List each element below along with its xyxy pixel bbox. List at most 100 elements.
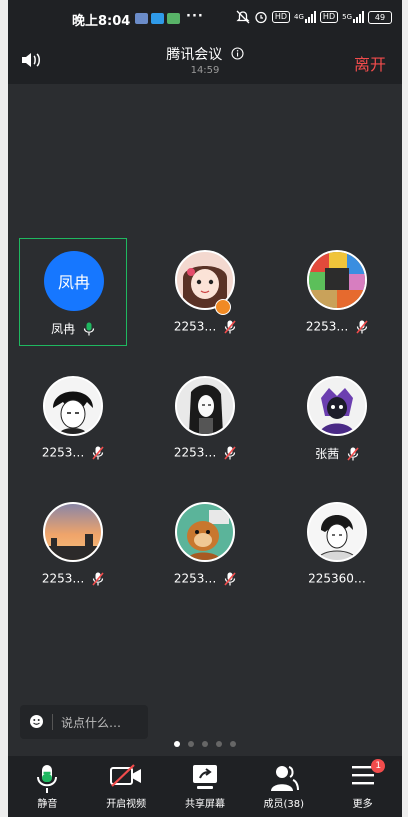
- video-off-icon: [110, 764, 142, 787]
- participant-name-row: 2253…: [19, 571, 127, 586]
- mic-muted-icon: [356, 319, 368, 334]
- video-label: 开启视频: [106, 799, 147, 810]
- participant-tile[interactable]: 2253…: [19, 364, 127, 472]
- signal-icon-2: [353, 11, 364, 23]
- host-badge-icon: [215, 299, 231, 315]
- battery-icon: 49: [368, 10, 392, 24]
- mic-muted-icon: [92, 571, 104, 586]
- page-dot[interactable]: [230, 741, 236, 747]
- mic-muted-icon: [224, 319, 236, 334]
- share-label: 共享屏幕: [184, 799, 225, 810]
- avatar: [175, 376, 235, 436]
- leave-button[interactable]: 离开: [354, 51, 386, 75]
- info-icon[interactable]: [231, 47, 244, 60]
- mic-muted-icon: [92, 445, 104, 460]
- chat-placeholder: 说点什么…: [61, 716, 122, 730]
- participant-tile[interactable]: 凤冉 凤冉: [19, 238, 127, 346]
- participant-name: 2253…: [41, 445, 85, 460]
- meeting-duration: 14:59: [190, 65, 220, 76]
- meeting-header: 腾讯会议 14:59 离开: [8, 38, 402, 84]
- page-dot[interactable]: [202, 741, 208, 747]
- chat-divider: [52, 714, 53, 730]
- participant-tile[interactable]: 2253…: [151, 238, 259, 346]
- share-screen-button[interactable]: 共享屏幕: [166, 756, 245, 817]
- app-notification-icon: [135, 13, 148, 24]
- status-bar: 晚上8:04 ··· HD 4G HD 5G 49: [8, 0, 402, 38]
- start-video-button[interactable]: 开启视频: [87, 756, 166, 817]
- avatar: [307, 376, 367, 436]
- page-dot[interactable]: [188, 741, 194, 747]
- avatar: [307, 250, 367, 310]
- participant-name: 2253…: [173, 445, 217, 460]
- participant-name-row: 张茜: [283, 445, 391, 462]
- page-indicator: [8, 741, 402, 747]
- participant-name: 张茜: [315, 447, 340, 461]
- status-indicators: HD 4G HD 5G 49: [236, 10, 392, 24]
- participant-name: 2253…: [41, 571, 85, 586]
- chat-input[interactable]: 说点什么…: [20, 705, 148, 739]
- network-gen-1: 4G: [294, 13, 304, 21]
- members-icon: [270, 766, 299, 791]
- participant-name-row: 凤冉: [20, 320, 126, 337]
- manga-boy-avatar-image: [45, 378, 101, 434]
- signal-icon-1: [304, 11, 316, 23]
- page-dot[interactable]: [216, 741, 222, 747]
- status-time: 晚上8:04: [72, 14, 131, 29]
- mic-muted-icon: [347, 446, 359, 461]
- meeting-screen: 晚上8:04 ··· HD 4G HD 5G 49 腾讯会议 14:59 离开 …: [8, 0, 402, 817]
- more-button[interactable]: 1 更多: [323, 756, 402, 817]
- manga-longhair-avatar-image: [177, 378, 233, 434]
- participant-name-row: 2253…: [19, 445, 127, 460]
- mic-muted-icon: [224, 571, 236, 586]
- meeting-title-row[interactable]: 腾讯会议: [8, 44, 402, 64]
- avatar: 凤冉: [44, 251, 104, 311]
- mic-icon: [37, 765, 58, 793]
- participant-name-row: 2253…: [151, 571, 259, 586]
- participant-name-row: 2253…: [283, 319, 391, 334]
- avatar: [43, 376, 103, 436]
- mic-muted-icon: [224, 445, 236, 460]
- notification-badge: 1: [371, 759, 386, 773]
- alarm-icon: [255, 11, 267, 24]
- chat-notification-icon: [167, 13, 180, 24]
- participant-tile[interactable]: 225360…: [283, 490, 391, 598]
- meeting-toolbar: 静音 开启视频 共享屏幕 成员(38) 1 更多: [8, 756, 402, 817]
- mute-bell-icon: [236, 10, 250, 24]
- hd-badge-2: HD: [319, 11, 339, 23]
- mic-on-icon: [83, 322, 95, 335]
- avatar: [175, 502, 235, 562]
- participant-name: 2253…: [305, 319, 349, 334]
- hd-badge-1: HD: [271, 11, 291, 23]
- participant-name-row: 225360…: [283, 571, 391, 586]
- mute-button[interactable]: 静音: [8, 756, 87, 817]
- participant-name: 2253…: [173, 571, 217, 586]
- participant-tile[interactable]: 张茜: [283, 364, 391, 472]
- participant-tile[interactable]: 2253…: [151, 490, 259, 598]
- members-button[interactable]: 成员(38): [244, 756, 323, 817]
- participant-name-row: 2253…: [151, 319, 259, 334]
- more-label: 更多: [352, 799, 373, 810]
- participant-tile[interactable]: 2253…: [19, 490, 127, 598]
- participant-name-row: 2253…: [151, 445, 259, 460]
- members-label: 成员(38): [263, 799, 305, 810]
- participant-name: 凤冉: [51, 322, 76, 336]
- message-notification-icon: [151, 13, 164, 24]
- participant-name: 225360…: [308, 571, 366, 586]
- participant-tile[interactable]: 2253…: [283, 238, 391, 346]
- cartoon-cat-avatar-image: [177, 504, 233, 560]
- network-gen-2: 5G: [342, 13, 352, 21]
- avatar: [307, 502, 367, 562]
- mute-label: 静音: [37, 799, 58, 810]
- sunset-avatar-image: [45, 504, 101, 560]
- purple-character-avatar-image: [309, 378, 365, 434]
- more-notifications-icon: ···: [186, 9, 204, 24]
- avatar: [43, 502, 103, 562]
- share-screen-icon: [192, 765, 217, 789]
- participant-name: 2253…: [173, 319, 217, 334]
- meeting-title: 腾讯会议: [166, 47, 223, 63]
- participant-tile[interactable]: 2253…: [151, 364, 259, 472]
- collage-avatar-image: [309, 252, 365, 308]
- page-dot-active[interactable]: [174, 741, 180, 747]
- manga-man-avatar-image: [309, 504, 365, 560]
- smile-face-icon: [33, 719, 40, 725]
